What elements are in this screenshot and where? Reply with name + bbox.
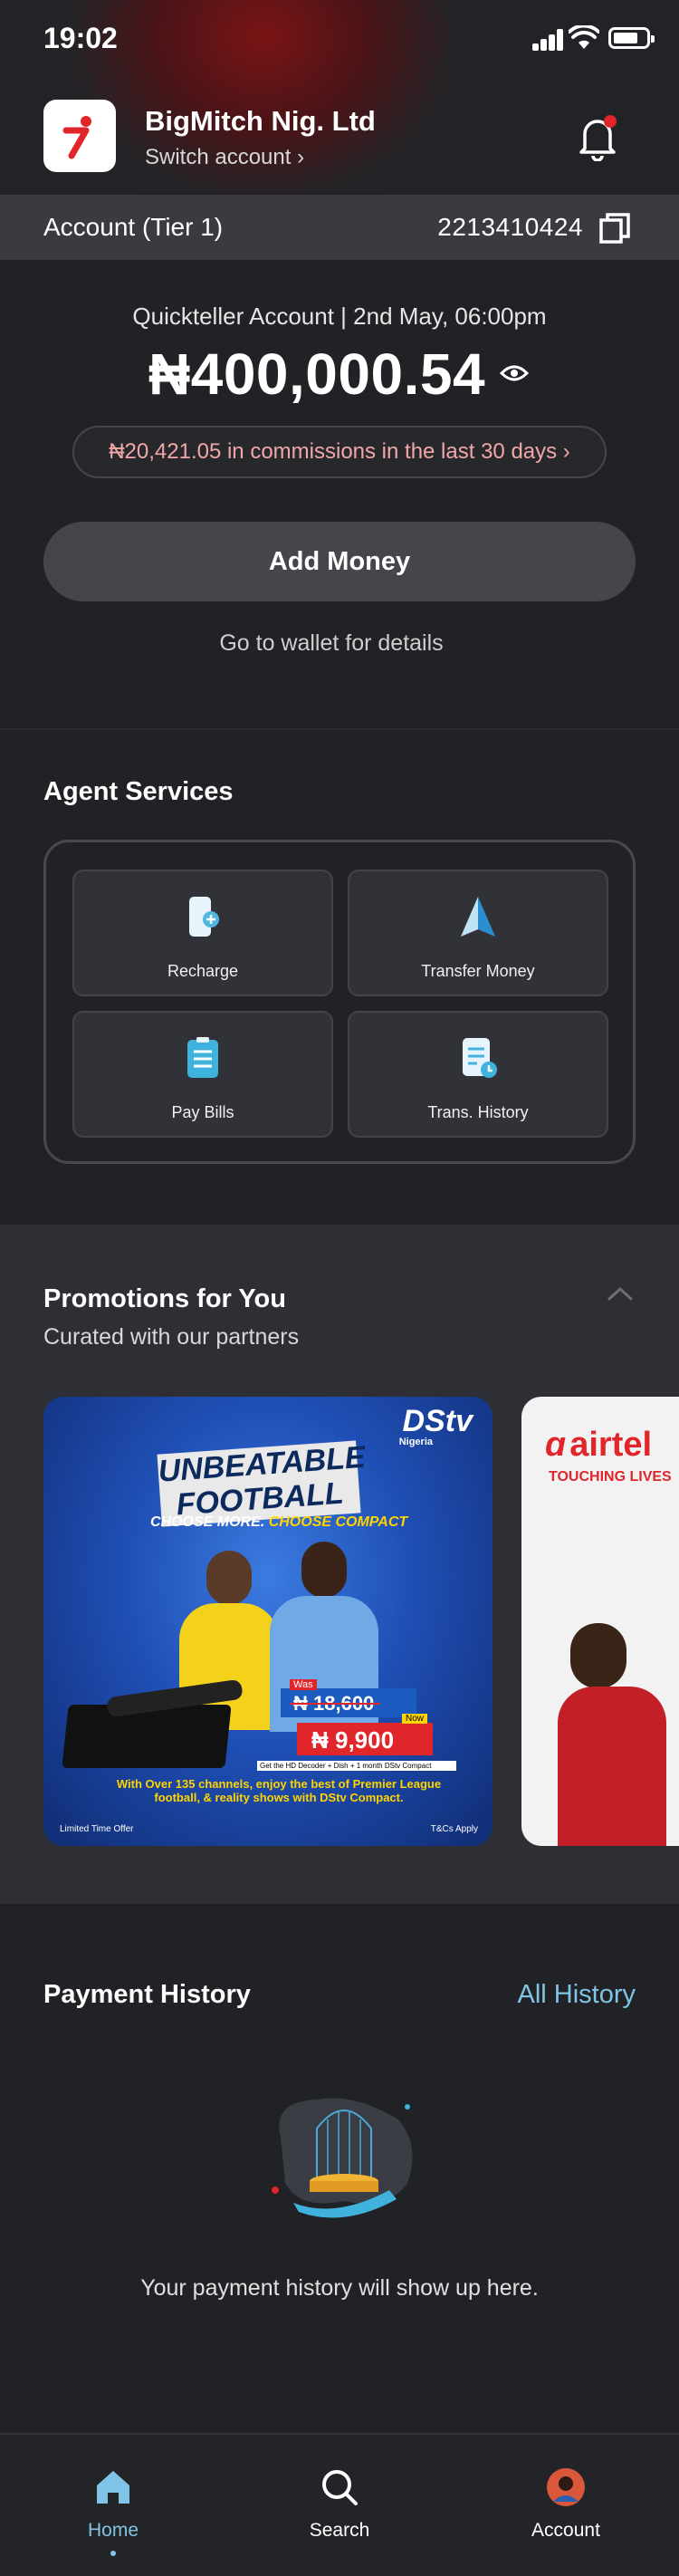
- service-label: Recharge: [167, 962, 239, 980]
- signal-icon: [532, 29, 565, 51]
- airtel-person-image: [558, 1623, 666, 1846]
- bottom-tab-bar: Home Search Account: [0, 2433, 679, 2576]
- promotions-subtitle: Curated with our partners: [43, 1324, 300, 1350]
- empty-history-text: Your payment history will show up here.: [140, 2275, 539, 2301]
- copy-icon[interactable]: [599, 213, 630, 244]
- service-recharge[interactable]: Recharge: [72, 870, 333, 996]
- service-pay-bills[interactable]: Pay Bills: [72, 1011, 333, 1138]
- quickteller-logo-icon: [62, 116, 91, 159]
- promo-body: With Over 135 channels, enjoy the best o…: [116, 1777, 442, 1804]
- dstv-logo: DStv: [402, 1404, 473, 1438]
- service-trans-history[interactable]: Trans. History: [348, 1011, 608, 1138]
- send-arrow-icon: [461, 897, 495, 937]
- search-icon: [322, 2470, 358, 2505]
- notification-bell-icon[interactable]: [576, 112, 621, 161]
- switch-account-link[interactable]: Switch account ›: [145, 145, 304, 170]
- service-label: Trans. History: [427, 1103, 529, 1121]
- promo-banner-dstv[interactable]: DStv Nigeria UNBEATABLE FOOTBALL CHOOSE …: [43, 1397, 493, 1846]
- active-tab-indicator: [110, 2551, 116, 2556]
- chevron-up-icon[interactable]: [607, 1284, 634, 1302]
- was-label: Was: [290, 1679, 317, 1690]
- avatar-icon: [547, 2468, 585, 2506]
- tab-label: Search: [309, 2520, 370, 2541]
- was-price-tag: Was ₦ 18,600: [281, 1679, 416, 1717]
- dstv-logo-sub: Nigeria: [398, 1437, 433, 1447]
- now-label: Now: [401, 1714, 427, 1724]
- phone-plus-icon: [189, 897, 219, 937]
- airtel-tagline: TOUCHING LIVES: [549, 1469, 672, 1485]
- battery-icon: [608, 27, 655, 49]
- tagline-a: CHOOSE MORE.: [150, 1514, 265, 1530]
- bill-icon: [187, 1037, 218, 1078]
- promotions-section: Promotions for You Curated with our part…: [0, 1225, 679, 1904]
- promo-footer-left: Limited Time Offer: [60, 1824, 134, 1834]
- tab-account[interactable]: Account: [453, 2435, 679, 2576]
- agent-services-title: Agent Services: [43, 777, 234, 806]
- payment-history-title: Payment History: [43, 1980, 251, 2009]
- promo-footer-right: T&Cs Apply: [430, 1824, 478, 1834]
- business-name: BigMitch Nig. Ltd: [145, 105, 376, 137]
- service-label: Transfer Money: [421, 962, 535, 980]
- empty-birdcage-illustration: [272, 2098, 413, 2218]
- account-subtitle: Quickteller Account | 2nd May, 06:00pm: [132, 303, 547, 330]
- airtel-logo: ɑ airtel: [545, 1426, 652, 1465]
- account-balance: ₦400,000.54: [148, 341, 486, 407]
- promo-tagline: CHOOSE MORE. CHOOSE COMPACT: [150, 1514, 407, 1531]
- service-transfer-money[interactable]: Transfer Money: [348, 870, 608, 996]
- service-label: Pay Bills: [171, 1103, 234, 1121]
- commission-pill[interactable]: ₦20,421.05 in commissions in the last 30…: [72, 426, 607, 478]
- tab-home[interactable]: Home: [0, 2435, 226, 2576]
- account-number: 2213410424: [437, 213, 583, 241]
- divider: [0, 728, 679, 730]
- status-time: 19:02: [43, 22, 118, 54]
- eye-icon[interactable]: [500, 362, 529, 384]
- tagline-b: CHOOSE COMPACT: [268, 1514, 408, 1530]
- now-price-tag: Now ₦ 9,900: [297, 1714, 433, 1755]
- all-history-link[interactable]: All History: [517, 1980, 636, 2010]
- history-doc-icon: [463, 1038, 497, 1078]
- add-money-button[interactable]: Add Money: [43, 522, 636, 601]
- status-bar: 19:02: [0, 0, 679, 82]
- airtel-mark-icon: ɑ: [545, 1426, 567, 1464]
- agent-services-panel: Recharge Transfer Money Pay Bills Trans.…: [43, 840, 636, 1164]
- now-price: ₦ 9,900: [311, 1726, 395, 1754]
- promo-banner-airtel[interactable]: ɑ airtel TOUCHING LIVES: [521, 1397, 679, 1846]
- tab-search[interactable]: Search: [226, 2435, 453, 2576]
- tab-label: Home: [87, 2520, 139, 2541]
- app-logo[interactable]: [43, 100, 116, 172]
- wifi-icon: [569, 25, 599, 49]
- promotions-title: Promotions for You: [43, 1284, 286, 1313]
- tab-label: Account: [531, 2520, 600, 2541]
- offer-detail: Get the HD Decoder + Dish + 1 month DStv…: [257, 1761, 456, 1771]
- airtel-brand: airtel: [569, 1426, 653, 1464]
- decoder-image: [62, 1705, 232, 1768]
- wallet-details-link[interactable]: Go to wallet for details: [0, 630, 663, 657]
- account-bar: Account (Tier 1) 2213410424: [0, 195, 679, 260]
- account-tier: Account (Tier 1): [43, 213, 224, 241]
- home-icon: [97, 2471, 129, 2504]
